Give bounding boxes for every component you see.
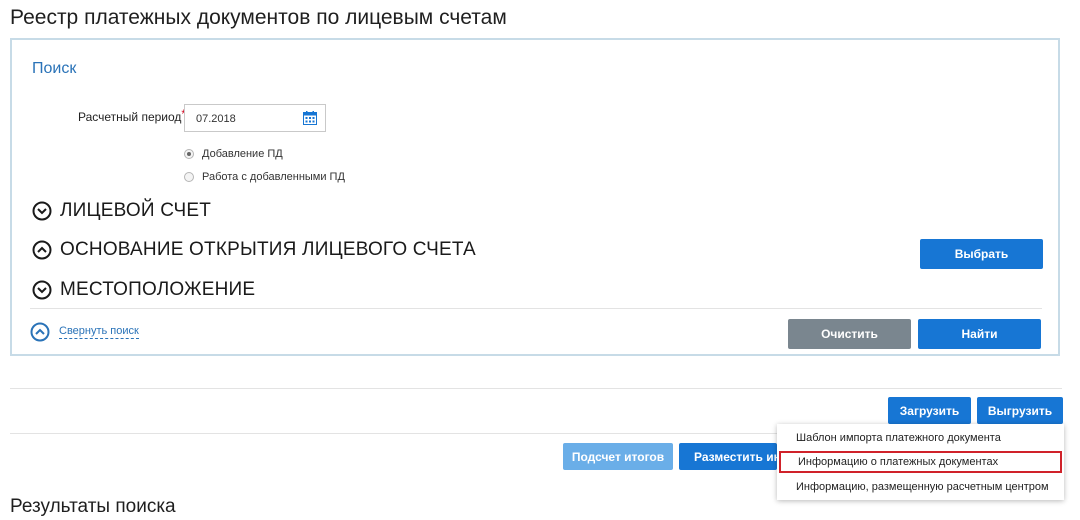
radio-button[interactable] bbox=[184, 172, 194, 182]
search-panel: Поиск Расчетный период* Добавление ПД Ра… bbox=[10, 38, 1060, 356]
page-title: Реестр платежных документов по лицевым с… bbox=[10, 6, 507, 29]
export-button[interactable]: Выгрузить bbox=[977, 397, 1063, 424]
section-label: ОСНОВАНИЕ ОТКРЫТИЯ ЛИЦЕВОГО СЧЕТА bbox=[60, 239, 476, 260]
collapse-search-label[interactable]: Свернуть поиск bbox=[59, 325, 139, 339]
export-dropdown-menu: Шаблон импорта платежного документа Инфо… bbox=[777, 424, 1064, 500]
results-title: Результаты поиска bbox=[10, 496, 176, 517]
section-personal-account[interactable]: ЛИЦЕВОЙ СЧЕТ bbox=[32, 200, 211, 222]
calendar-icon[interactable] bbox=[303, 111, 317, 125]
collapse-search-link[interactable]: Свернуть поиск bbox=[30, 322, 139, 342]
section-account-basis[interactable]: ОСНОВАНИЕ ОТКРЫТИЯ ЛИЦЕВОГО СЧЕТА bbox=[32, 239, 476, 261]
upload-button[interactable]: Загрузить bbox=[888, 397, 971, 424]
menu-item-settlement-center-info[interactable]: Информацию, размещенную расчетным центро… bbox=[777, 476, 1064, 498]
radio-label: Работа с добавленными ПД bbox=[202, 171, 345, 183]
period-field[interactable] bbox=[184, 104, 326, 132]
chevron-down-circle-icon bbox=[32, 280, 52, 300]
section-location[interactable]: МЕСТОПОЛОЖЕНИЕ bbox=[32, 279, 255, 301]
radio-work-with-pd[interactable]: Работа с добавленными ПД bbox=[184, 169, 345, 185]
radio-add-pd[interactable]: Добавление ПД bbox=[184, 146, 283, 162]
toolbar-divider-bottom bbox=[10, 433, 780, 434]
chevron-up-circle-icon bbox=[32, 240, 52, 260]
publish-button[interactable]: Разместить инф bbox=[679, 443, 777, 470]
toolbar-divider-top bbox=[10, 388, 1062, 389]
menu-item-import-template[interactable]: Шаблон импорта платежного документа bbox=[777, 427, 1064, 449]
radio-button-checked[interactable] bbox=[184, 149, 194, 159]
period-label-text: Расчетный период bbox=[78, 110, 182, 124]
totals-button[interactable]: Подсчет итогов bbox=[563, 443, 673, 470]
period-label: Расчетный период* bbox=[78, 107, 186, 124]
select-button[interactable]: Выбрать bbox=[920, 239, 1043, 269]
chevron-up-circle-icon bbox=[30, 322, 50, 342]
menu-item-payment-docs-info[interactable]: Информацию о платежных документах bbox=[779, 451, 1062, 473]
period-input[interactable] bbox=[194, 106, 298, 132]
chevron-down-circle-icon bbox=[32, 201, 52, 221]
find-button[interactable]: Найти bbox=[918, 319, 1041, 349]
section-label: МЕСТОПОЛОЖЕНИЕ bbox=[60, 279, 256, 300]
radio-label: Добавление ПД bbox=[202, 148, 283, 160]
section-label: ЛИЦЕВОЙ СЧЕТ bbox=[60, 200, 212, 221]
panel-divider bbox=[30, 308, 1042, 309]
search-heading: Поиск bbox=[32, 60, 77, 77]
clear-button[interactable]: Очистить bbox=[788, 319, 911, 349]
